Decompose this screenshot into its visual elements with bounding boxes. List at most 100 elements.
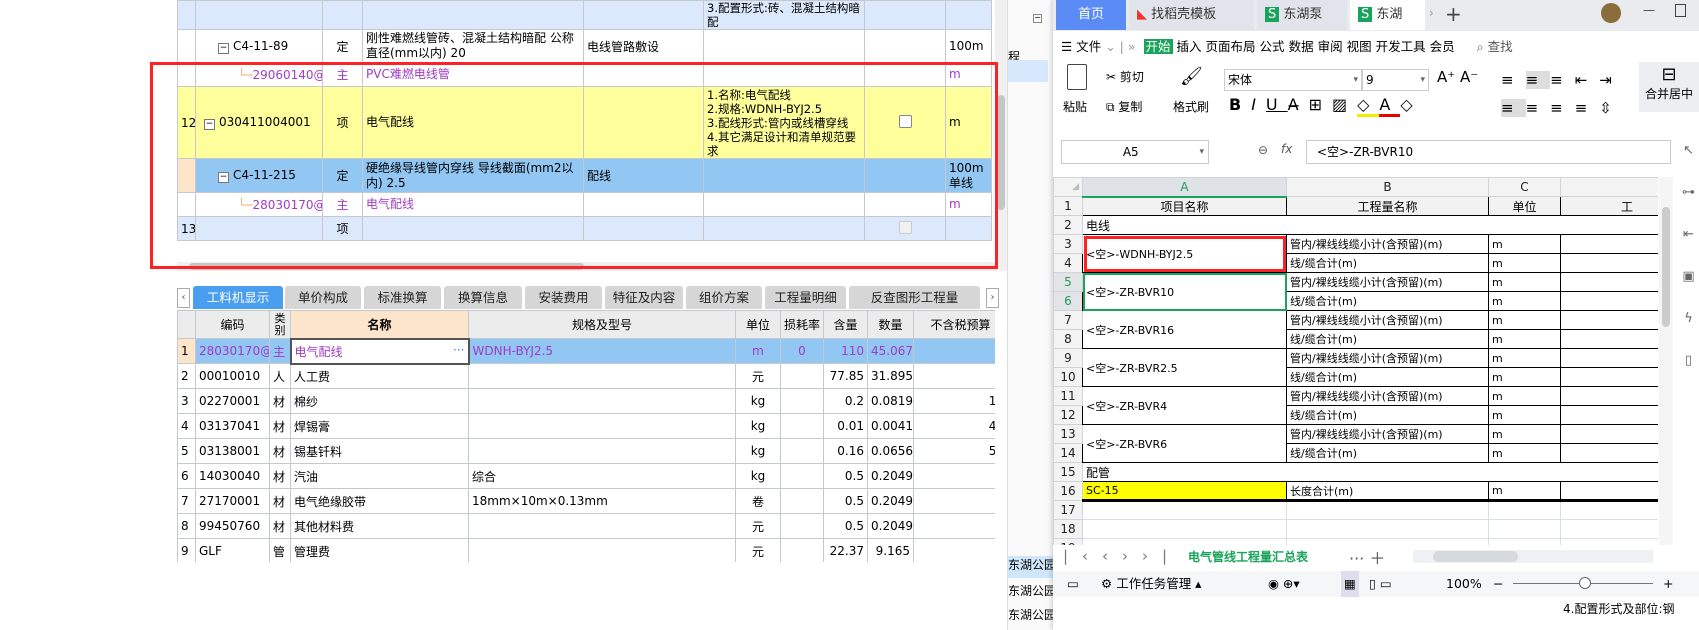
quantity-name-cell[interactable]: 线/缆合计(m)	[1286, 443, 1489, 463]
maximize-icon[interactable]	[1675, 4, 1686, 17]
tab-6[interactable]: 组价方案	[686, 286, 762, 309]
tree-row[interactable]: └─29060140@3主PVC难燃电线管 m	[177, 62, 992, 87]
search-button[interactable]: 查找	[1488, 39, 1513, 54]
tab-8[interactable]: 反查图形工程量	[849, 286, 980, 309]
font-grow-icon[interactable]: A⁺ A⁻	[1437, 68, 1478, 86]
resource-row[interactable]: 200010010人人工费 元 77.8531.8951	[177, 363, 995, 389]
select-all[interactable]: ◢	[1053, 177, 1083, 197]
name[interactable]: 人工费	[290, 363, 469, 389]
row-header[interactable]: 12	[1053, 405, 1083, 425]
tab-home[interactable]: 首页	[1056, 0, 1126, 30]
quantity-name-cell[interactable]: 线/缆合计(m)	[1286, 291, 1489, 311]
cut-button[interactable]: ✂ 剪切	[1106, 68, 1144, 85]
checkbox-cell[interactable]	[864, 29, 946, 63]
cell[interactable]	[1560, 215, 1658, 235]
cell[interactable]	[1560, 519, 1658, 539]
tree-row[interactable]: − C4-11-215 定硬绝缘导线管内穿线 导线截面(mm2以内) 2.5 配线 10…	[177, 158, 992, 193]
menu-7[interactable]: 开发工具	[1376, 39, 1426, 54]
column-header[interactable]: A	[1082, 177, 1287, 198]
item-name[interactable]: 硬绝缘导线管内穿线 导线截面(mm2以内) 2.5	[362, 158, 584, 193]
item-name-cell[interactable]: <空>-WDNH-BYJ2.5	[1082, 234, 1287, 273]
header-cell[interactable]: 工	[1560, 196, 1658, 216]
cell[interactable]	[1286, 462, 1489, 482]
collapse-icon[interactable]: −	[218, 42, 229, 54]
tab-scroll-left[interactable]: ‹	[177, 288, 190, 308]
cell[interactable]	[1286, 519, 1489, 539]
cell[interactable]	[1560, 367, 1658, 387]
tree-vertical-scrollbar[interactable]	[995, 0, 1007, 271]
cell[interactable]	[1488, 500, 1561, 520]
cell[interactable]	[1082, 519, 1287, 539]
checkbox-cell[interactable]	[864, 158, 946, 193]
quantity-name-cell[interactable]: 长度合计(m)	[1286, 481, 1489, 502]
zoom-in-button[interactable]: +	[1663, 571, 1673, 597]
format-painter-button[interactable]: 格式刷	[1173, 98, 1209, 115]
resource-row[interactable]: 302270001材棉纱 kg 0.20.081911	[177, 388, 995, 414]
unit-cell[interactable]: m	[1488, 481, 1561, 502]
font-format-toolbar[interactable]: BIUA̶⊞▨◇A◇	[1229, 95, 1423, 117]
row-header[interactable]: 19	[1053, 538, 1083, 545]
search-icon[interactable]: ⌕	[1477, 39, 1484, 54]
quantity-name-cell[interactable]: 线/缆合计(m)	[1286, 253, 1489, 273]
unit-cell[interactable]: m	[1488, 348, 1561, 368]
column-header[interactable]: 规格及型号	[468, 310, 736, 339]
checkbox-cell[interactable]	[864, 62, 946, 87]
cell[interactable]	[1560, 462, 1658, 482]
item-name[interactable]: 电气配线	[362, 86, 584, 159]
add-sheet-button[interactable]: ··· ＋	[1349, 545, 1385, 569]
column-header[interactable]: 类别	[269, 310, 291, 339]
column-header[interactable]	[177, 310, 196, 339]
eye-protect-icon[interactable]: ◉ ⊕▾	[1268, 571, 1300, 597]
tree-row[interactable]: 12−030411004001 项电气配线 1.名称:电气配线 2.规格:WDNH-…	[177, 86, 992, 159]
menu-8[interactable]: 会员	[1430, 39, 1455, 54]
tab-docer[interactable]: ◣ 找稻壳模板	[1129, 0, 1254, 30]
checkbox[interactable]	[898, 114, 912, 128]
name[interactable]: 管理费	[290, 538, 469, 562]
name[interactable]: 焊锡膏	[290, 413, 469, 439]
cell[interactable]	[1560, 291, 1658, 311]
resource-row[interactable]: 503138001材锡基钎料 kg 0.160.065652	[177, 438, 995, 464]
row-header[interactable]: 2	[1053, 215, 1083, 235]
resource-row[interactable]: 9 GLF 管管理费 元 22.37 9.165	[177, 538, 995, 562]
cell[interactable]	[1286, 215, 1489, 235]
cell[interactable]	[1560, 443, 1658, 463]
format-painter-icon[interactable]: 🖌	[1180, 66, 1203, 87]
menu-5[interactable]: 审阅	[1318, 39, 1343, 54]
cell[interactable]	[1560, 253, 1658, 273]
cell[interactable]	[1286, 500, 1489, 520]
unit-cell[interactable]: m	[1488, 329, 1561, 349]
column-header[interactable]: 损耗率	[780, 310, 824, 339]
cell[interactable]	[1488, 519, 1561, 539]
section-cell[interactable]: 配管	[1082, 462, 1287, 482]
checkbox-cell[interactable]	[864, 86, 946, 159]
name[interactable]: 电气绝缘胶带	[290, 488, 469, 514]
column-header[interactable]: 编码	[195, 310, 270, 339]
cell[interactable]	[1560, 348, 1658, 368]
item-code[interactable]: − C4-11-215	[195, 158, 323, 193]
row-header[interactable]: 7	[1053, 310, 1083, 330]
resource-row[interactable]: 8 99450760 材其他材料费 元 0.5 0.2049	[177, 513, 995, 539]
tab-3[interactable]: 换算信息	[444, 286, 522, 309]
item-code[interactable]: − C4-11-89	[195, 29, 323, 63]
row-header[interactable]: 17	[1053, 500, 1083, 520]
section-cell[interactable]: 电线	[1082, 215, 1287, 235]
tree-horizontal-scrollbar[interactable]	[177, 262, 995, 271]
row-header[interactable]: 6	[1053, 291, 1083, 311]
column-header[interactable]: B	[1286, 177, 1489, 197]
column-header[interactable]: 含量	[823, 310, 868, 339]
paste-button[interactable]: 粘贴	[1063, 98, 1087, 115]
zoom-out-button[interactable]: −	[1493, 571, 1503, 597]
item-code[interactable]	[195, 0, 323, 30]
item-name[interactable]: 电气配线	[362, 192, 584, 217]
item-name[interactable]	[362, 216, 584, 241]
checkbox[interactable]	[898, 220, 912, 234]
quantity-name-cell[interactable]: 管内/裸线线缆小计(含预留)(m)	[1286, 310, 1489, 330]
unit-cell[interactable]: m	[1488, 291, 1561, 311]
cell[interactable]	[1560, 538, 1658, 545]
column-header[interactable]	[1560, 177, 1658, 197]
name[interactable]: 锡基钎料	[290, 438, 469, 464]
cell[interactable]	[1560, 481, 1658, 502]
resource-row[interactable]: 7 27170001 材电气绝缘胶带 18mm×10m×0.13mm 卷 0.5 0.204…	[177, 488, 995, 514]
row-header[interactable]: 8	[1053, 329, 1083, 349]
paste-icon[interactable]	[1067, 64, 1087, 90]
